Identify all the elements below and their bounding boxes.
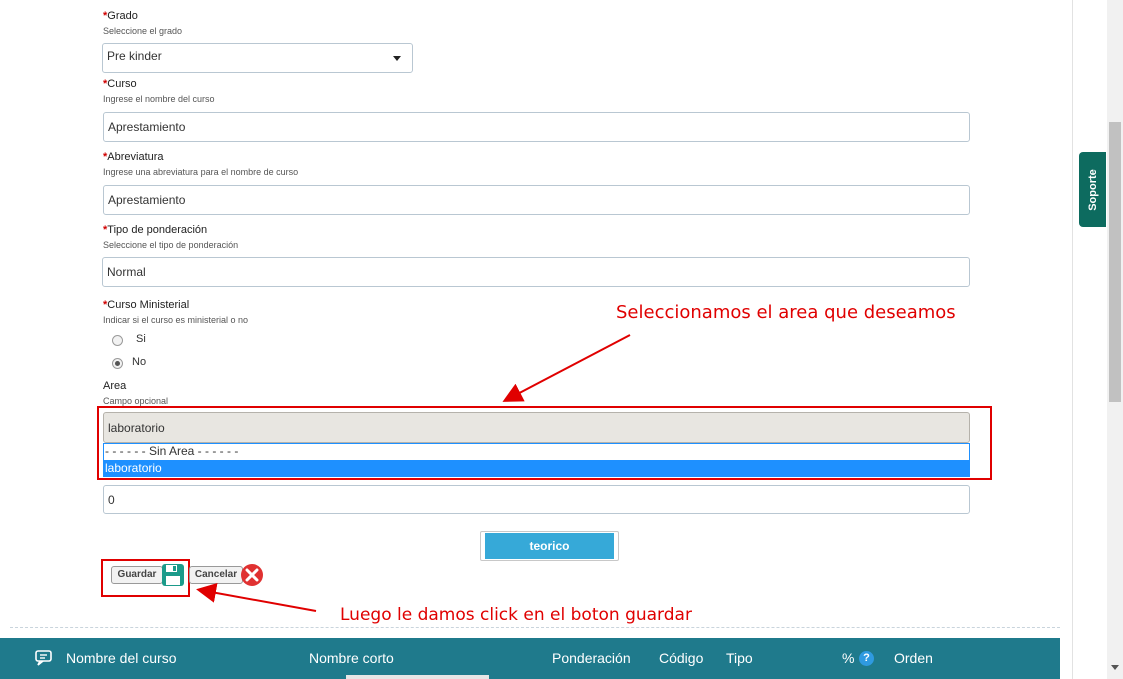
column-header-nombre-curso[interactable]: Nombre del curso <box>66 650 177 666</box>
divider <box>10 627 1060 628</box>
column-header-nombre-corto[interactable]: Nombre corto <box>309 650 394 666</box>
table-header-strip <box>346 675 489 679</box>
column-header-codigo[interactable]: Código <box>659 650 703 666</box>
column-header-tipo[interactable]: Tipo <box>726 650 753 666</box>
arrow-to-save <box>196 583 317 612</box>
panel-border <box>1072 0 1073 679</box>
column-header-orden[interactable]: Orden <box>894 650 933 666</box>
chat-icon <box>35 650 52 666</box>
column-header-porcentaje[interactable]: % <box>842 650 854 666</box>
support-tab[interactable]: Soporte <box>1079 152 1106 227</box>
support-tab-label: Soporte <box>1086 168 1099 211</box>
column-header-ponderacion[interactable]: Ponderación <box>552 650 631 666</box>
arrow-to-area <box>502 334 631 402</box>
scroll-down-arrow-icon[interactable] <box>1111 665 1119 670</box>
help-icon[interactable]: ? <box>859 651 874 666</box>
annotation-arrows <box>196 334 631 612</box>
scrollbar-thumb[interactable] <box>1109 122 1121 402</box>
